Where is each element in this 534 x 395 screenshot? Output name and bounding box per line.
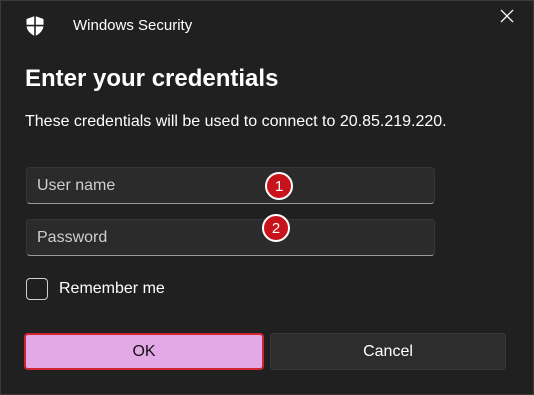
- ok-button-label: OK: [132, 342, 156, 360]
- username-field[interactable]: [26, 167, 435, 204]
- cancel-button-label: Cancel: [363, 342, 413, 360]
- title-bar: Windows Security: [1, 1, 533, 51]
- dialog-heading: Enter your credentials: [25, 65, 279, 92]
- step-marker-2: 2: [262, 214, 290, 242]
- remember-me-label[interactable]: Remember me: [59, 280, 165, 298]
- close-button[interactable]: [491, 3, 523, 33]
- cancel-button[interactable]: Cancel: [270, 333, 506, 370]
- ok-button[interactable]: OK: [24, 333, 264, 370]
- step-marker-1: 1: [265, 172, 293, 200]
- credentials-dialog: Windows Security Enter your credentials …: [0, 0, 534, 395]
- shield-icon: [25, 15, 45, 37]
- dialog-description: These credentials will be used to connec…: [25, 113, 447, 130]
- remember-me-checkbox[interactable]: [26, 278, 48, 300]
- app-title: Windows Security: [73, 17, 193, 34]
- password-field[interactable]: [26, 219, 435, 256]
- close-icon: [500, 9, 514, 28]
